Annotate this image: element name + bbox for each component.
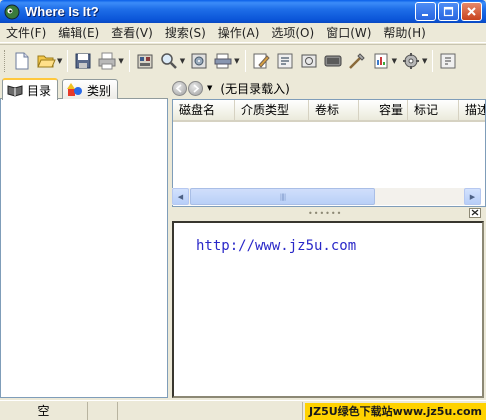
save-icon bbox=[75, 53, 91, 68]
print-icon bbox=[98, 52, 116, 69]
tab-catalog-label: 目录 bbox=[27, 83, 52, 98]
new-button[interactable] bbox=[10, 49, 34, 73]
menu-search[interactable]: 搜索(S) bbox=[159, 23, 212, 43]
scan-button[interactable]: ▼ bbox=[211, 49, 241, 73]
catalog-icon bbox=[137, 54, 153, 68]
list-horizontal-scrollbar[interactable]: ◀ |||| ▶ bbox=[172, 188, 481, 205]
refresh-icon bbox=[324, 55, 342, 66]
scan-icon bbox=[214, 53, 232, 68]
report-icon bbox=[374, 53, 388, 68]
scroll-left-button[interactable]: ◀ bbox=[172, 188, 189, 205]
description-text: http://www.jz5u.com bbox=[196, 238, 357, 254]
maximize-button[interactable] bbox=[438, 2, 459, 21]
forward-icon bbox=[193, 83, 200, 93]
tools-button[interactable] bbox=[345, 49, 369, 73]
description-pane[interactable]: http://www.jz5u.com bbox=[172, 221, 484, 398]
tab-category[interactable]: 类别 bbox=[62, 79, 119, 100]
tools-icon bbox=[348, 52, 365, 69]
column-flag[interactable]: 标记 bbox=[408, 100, 459, 120]
list-header: 磁盘名 介质类型 卷标 容量 标记 描述 bbox=[173, 100, 485, 122]
app-icon bbox=[4, 4, 20, 19]
scroll-track[interactable]: |||| bbox=[189, 188, 464, 205]
close-icon bbox=[471, 209, 479, 216]
window-title: Where Is It? bbox=[25, 4, 99, 19]
help-icon bbox=[440, 53, 456, 68]
catalog-status: (无目录载入) bbox=[220, 81, 290, 96]
menu-edit[interactable]: 编辑(E) bbox=[52, 23, 105, 43]
status-bar: 空 JZ5U绿色下载站www.jz5u.com bbox=[0, 400, 486, 420]
close-pane-button[interactable] bbox=[469, 208, 481, 218]
options-button[interactable]: ▼ bbox=[399, 49, 429, 73]
forward-button[interactable] bbox=[188, 80, 203, 96]
edit-button[interactable] bbox=[249, 49, 273, 73]
menu-window[interactable]: 窗口(W) bbox=[320, 23, 377, 43]
navigation-bar: ▼ (无目录载入) bbox=[172, 78, 486, 98]
properties-button[interactable] bbox=[273, 49, 297, 73]
column-disk-name[interactable]: 磁盘名 bbox=[173, 100, 235, 120]
edit-icon bbox=[253, 53, 270, 68]
save-button[interactable] bbox=[71, 49, 95, 73]
toolbar: ▼ ▼ ▼ ▼ ▼ ▼ bbox=[0, 44, 486, 76]
toolbar-grip[interactable] bbox=[4, 49, 7, 72]
open-button[interactable]: ▼ bbox=[34, 49, 64, 73]
left-tab-strip: 目录 类别 bbox=[0, 78, 168, 100]
scroll-right-button[interactable]: ▶ bbox=[464, 188, 481, 205]
search-icon bbox=[161, 52, 177, 69]
column-media-type[interactable]: 介质类型 bbox=[235, 100, 309, 120]
history-dropdown[interactable]: ▼ bbox=[207, 84, 212, 92]
category-shapes-icon bbox=[67, 83, 82, 96]
close-icon bbox=[467, 7, 476, 16]
media-icon bbox=[301, 54, 317, 67]
maximize-icon bbox=[443, 6, 454, 17]
menu-help[interactable]: 帮助(H) bbox=[377, 23, 431, 43]
column-volume-label[interactable]: 卷标 bbox=[309, 100, 359, 120]
print-button[interactable]: ▼ bbox=[95, 49, 125, 73]
back-button[interactable] bbox=[172, 80, 187, 96]
menu-view[interactable]: 查看(V) bbox=[105, 23, 159, 43]
pane-splitter[interactable]: •••••• bbox=[172, 207, 486, 218]
close-button[interactable] bbox=[461, 2, 482, 21]
menu-options[interactable]: 选项(O) bbox=[265, 23, 320, 43]
new-file-icon bbox=[15, 52, 29, 69]
tab-catalog[interactable]: 目录 bbox=[2, 78, 59, 100]
media-button[interactable] bbox=[297, 49, 321, 73]
status-main: 空 bbox=[0, 401, 88, 420]
menu-file[interactable]: 文件(F) bbox=[2, 23, 52, 43]
catalog-button[interactable] bbox=[133, 49, 157, 73]
report-button[interactable]: ▼ bbox=[369, 49, 399, 73]
catalog-disk-icon bbox=[191, 53, 207, 68]
scroll-thumb[interactable]: |||| bbox=[190, 188, 375, 205]
catalog-tree[interactable] bbox=[0, 99, 168, 398]
back-icon bbox=[175, 83, 182, 93]
catalog-disk-button[interactable] bbox=[187, 49, 211, 73]
watermark-banner: JZ5U绿色下载站www.jz5u.com bbox=[305, 403, 486, 420]
options-icon bbox=[402, 52, 419, 69]
refresh-button[interactable] bbox=[321, 49, 345, 73]
status-cell-2 bbox=[88, 401, 118, 420]
menu-action[interactable]: 操作(A) bbox=[212, 23, 266, 43]
title-bar[interactable]: Where Is It? bbox=[0, 0, 486, 23]
open-folder-icon bbox=[37, 55, 56, 67]
column-capacity[interactable]: 容量 bbox=[359, 100, 408, 120]
properties-icon bbox=[277, 53, 293, 68]
menu-bar: 文件(F) 编辑(E) 查看(V) 搜索(S) 操作(A) 选项(O) 窗口(W… bbox=[0, 23, 486, 43]
help-button[interactable] bbox=[436, 49, 460, 73]
splitter-grip[interactable]: •••••• bbox=[308, 209, 342, 218]
column-description[interactable]: 描述 bbox=[459, 100, 485, 120]
search-button[interactable]: ▼ bbox=[157, 49, 187, 73]
minimize-button[interactable] bbox=[415, 2, 436, 21]
status-cell-3 bbox=[118, 401, 303, 420]
minimize-icon bbox=[422, 14, 428, 16]
tab-category-label: 类别 bbox=[87, 83, 112, 98]
catalog-book-icon bbox=[7, 85, 23, 97]
